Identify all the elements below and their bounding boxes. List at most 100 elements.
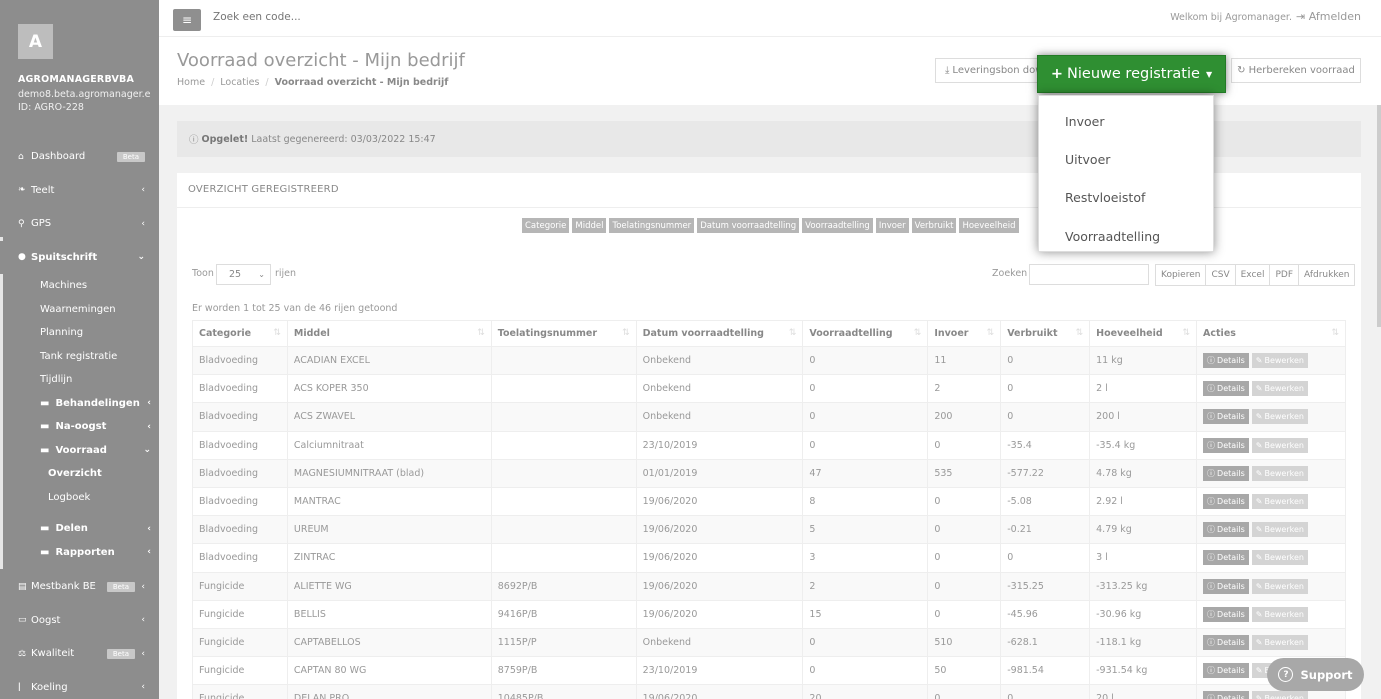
column-toggle-datum[interactable]: Datum voorraadtelling: [697, 218, 800, 233]
column-toggle-voorraadtelling[interactable]: Voorraadtelling: [802, 218, 873, 233]
edit-button[interactable]: ✎Bewerken: [1251, 606, 1308, 622]
column-header[interactable]: Toelatingsnummer ⇅: [490, 320, 637, 347]
edit-button[interactable]: ✎Bewerken: [1251, 634, 1308, 650]
row-actions: ⓘDetails✎Bewerken: [1203, 465, 1308, 481]
logout-link[interactable]: ⇥ Afmelden: [1296, 10, 1361, 23]
sidebar-subitem-machines[interactable]: Machines: [0, 274, 159, 298]
table-cell: 0: [802, 402, 929, 432]
details-button[interactable]: ⓘ Details: [1203, 634, 1249, 650]
actions-cell: ⓘDetails✎Bewerken: [1196, 458, 1346, 488]
edit-button[interactable]: ✎Bewerken: [1251, 578, 1308, 594]
edit-button[interactable]: ✎Bewerken: [1251, 381, 1308, 397]
copy-button[interactable]: Kopieren: [1155, 264, 1207, 286]
table-cell: 23/10/2019: [635, 656, 804, 686]
code-search-input[interactable]: [213, 11, 513, 23]
details-button[interactable]: ⓘ Details: [1203, 691, 1249, 699]
details-button[interactable]: ⓘ Details: [1203, 381, 1249, 397]
edit-label: Bewerken: [1264, 468, 1304, 478]
column-toggle-invoer[interactable]: Invoer: [875, 218, 909, 233]
sidebar-folder-rapporten[interactable]: ▬ Rapporten ‹: [0, 541, 159, 565]
details-button[interactable]: ⓘ Details: [1203, 663, 1249, 679]
column-header[interactable]: Acties ⇅: [1196, 320, 1346, 347]
column-header[interactable]: Voorraadtelling ⇅: [802, 320, 929, 347]
edit-button[interactable]: ✎Bewerken: [1251, 353, 1308, 369]
page-length-select[interactable]: 25 ⌄: [216, 264, 271, 285]
sidebar-subitem-overzicht[interactable]: Overzicht: [0, 462, 159, 486]
sidebar-subitem-waarnemingen[interactable]: Waarnemingen: [0, 298, 159, 322]
table-row: Bladvoeding Calciumnitraat 23/10/2019 0 0 -35…: [192, 430, 1346, 460]
table-cell: Bladvoeding: [192, 430, 288, 460]
details-button[interactable]: ⓘ Details: [1203, 409, 1249, 425]
sidebar-subitem-planning[interactable]: Planning: [0, 321, 159, 345]
nieuwe-registratie-button[interactable]: + Nieuwe registratie ▼: [1037, 55, 1226, 93]
avatar[interactable]: A: [18, 24, 53, 59]
edit-button[interactable]: ✎Bewerken: [1251, 494, 1308, 510]
column-toggle-hoeveelheid[interactable]: Hoeveelheid: [959, 218, 1019, 233]
beta-badge: Beta: [106, 581, 135, 592]
details-button[interactable]: ⓘ Details: [1203, 578, 1249, 594]
column-header[interactable]: Hoeveelheid ⇅: [1089, 320, 1198, 347]
sidebar-item-spuitschrift[interactable]: ● Spuitschrift ⌄: [0, 240, 159, 274]
menu-item-voorraadtelling[interactable]: Voorraadtelling: [1039, 217, 1213, 255]
details-button[interactable]: ⓘ Details: [1203, 353, 1249, 369]
details-button[interactable]: ⓘ Details: [1203, 550, 1249, 566]
table-cell: Fungicide: [192, 627, 288, 658]
menu-item-invoer[interactable]: Invoer: [1039, 102, 1213, 140]
edit-button[interactable]: ✎Bewerken: [1251, 409, 1308, 425]
sidebar-item-teelt[interactable]: ❧ Teelt ‹: [0, 174, 159, 208]
print-button[interactable]: Afdrukken: [1298, 264, 1356, 286]
sidebar-item-dashboard[interactable]: ⌂ Dashboard Beta: [0, 140, 159, 174]
info-circle-icon: ⓘ: [1207, 356, 1216, 366]
details-button[interactable]: ⓘ Details: [1203, 437, 1249, 453]
edit-button[interactable]: ✎Bewerken: [1251, 550, 1308, 566]
menu-item-uitvoer[interactable]: Uitvoer: [1039, 140, 1213, 178]
sidebar-folder-behandelingen[interactable]: ▬ Behandelingen ‹: [0, 392, 159, 416]
edit-button[interactable]: ✎Bewerken: [1251, 437, 1308, 453]
menu-item-restvloeistof[interactable]: Restvloeistof: [1039, 179, 1213, 217]
sidebar-folder-delen[interactable]: ▬ Delen ‹: [0, 517, 159, 541]
page-title: Voorraad overzicht - Mijn bedrijf: [177, 50, 465, 71]
details-button[interactable]: ⓘ Details: [1203, 494, 1249, 510]
table-search-input[interactable]: [1029, 264, 1149, 285]
pdf-button[interactable]: PDF: [1269, 264, 1300, 286]
menu-toggle-button[interactable]: ≡: [173, 9, 201, 31]
sidebar-item-koeling[interactable]: ǀ Koeling ‹: [0, 671, 159, 699]
support-button[interactable]: ? Support: [1267, 658, 1364, 691]
column-header[interactable]: Middel ⇅: [286, 320, 492, 347]
column-header-label: Invoer: [934, 328, 969, 339]
breadcrumb-home[interactable]: Home: [177, 77, 205, 88]
sidebar-folder-na-oogst[interactable]: ▬ Na-oogst ‹: [0, 415, 159, 439]
chevron-down-icon: ⌄: [258, 270, 265, 279]
sidebar-item-oogst[interactable]: ▭ Oogst ‹: [0, 604, 159, 638]
column-header[interactable]: Invoer ⇅: [927, 320, 1002, 347]
breadcrumb-locaties[interactable]: Locaties: [220, 77, 259, 88]
sidebar-subitem-logboek[interactable]: Logboek: [0, 486, 159, 510]
details-button[interactable]: ⓘ Details: [1203, 606, 1249, 622]
details-button[interactable]: ⓘ Details: [1203, 522, 1249, 538]
edit-button[interactable]: ✎Bewerken: [1251, 691, 1308, 699]
sidebar-subitem-tijdlijn[interactable]: Tijdlijn: [0, 368, 159, 392]
table-cell: Onbekend: [635, 627, 804, 658]
sidebar-item-mestbank[interactable]: ▤ Mestbank BE Beta ‹: [0, 570, 159, 604]
column-header[interactable]: Verbruikt ⇅: [1000, 320, 1091, 347]
column-header[interactable]: Datum voorraadtelling ⇅: [635, 320, 804, 347]
sidebar-folder-voorraad[interactable]: ▬ Voorraad ⌄: [0, 439, 159, 463]
column-toggle-verbruikt[interactable]: Verbruikt: [911, 218, 957, 233]
edit-button[interactable]: ✎Bewerken: [1251, 465, 1308, 481]
excel-button[interactable]: Excel: [1234, 264, 1271, 286]
column-toggle-middel[interactable]: Middel: [572, 218, 607, 233]
column-toggle-toelatingsnummer[interactable]: Toelatingsnummer: [609, 218, 695, 233]
edit-button[interactable]: ✎Bewerken: [1251, 522, 1308, 538]
csv-button[interactable]: CSV: [1205, 264, 1236, 286]
column-toggle-categorie[interactable]: Categorie: [522, 218, 570, 233]
column-header[interactable]: Categorie ⇅: [192, 320, 288, 347]
sidebar-item-gps[interactable]: ⚲ GPS ‹: [0, 207, 159, 241]
herbereken-voorraad-button[interactable]: ↻ Herbereken voorraad: [1231, 58, 1361, 83]
table-cell: 23/10/2019: [635, 430, 804, 460]
sidebar-subitem-tank-registratie[interactable]: Tank registratie: [0, 345, 159, 369]
actions-cell: ⓘDetails✎Bewerken: [1196, 430, 1346, 460]
details-button[interactable]: ⓘ Details: [1203, 465, 1249, 481]
leveringsbon-button[interactable]: ⤓Leveringsbon download: [935, 58, 1045, 83]
edit-label: Bewerken: [1264, 581, 1304, 591]
sidebar-item-kwaliteit[interactable]: ⚖ Kwaliteit Beta ‹: [0, 637, 159, 671]
